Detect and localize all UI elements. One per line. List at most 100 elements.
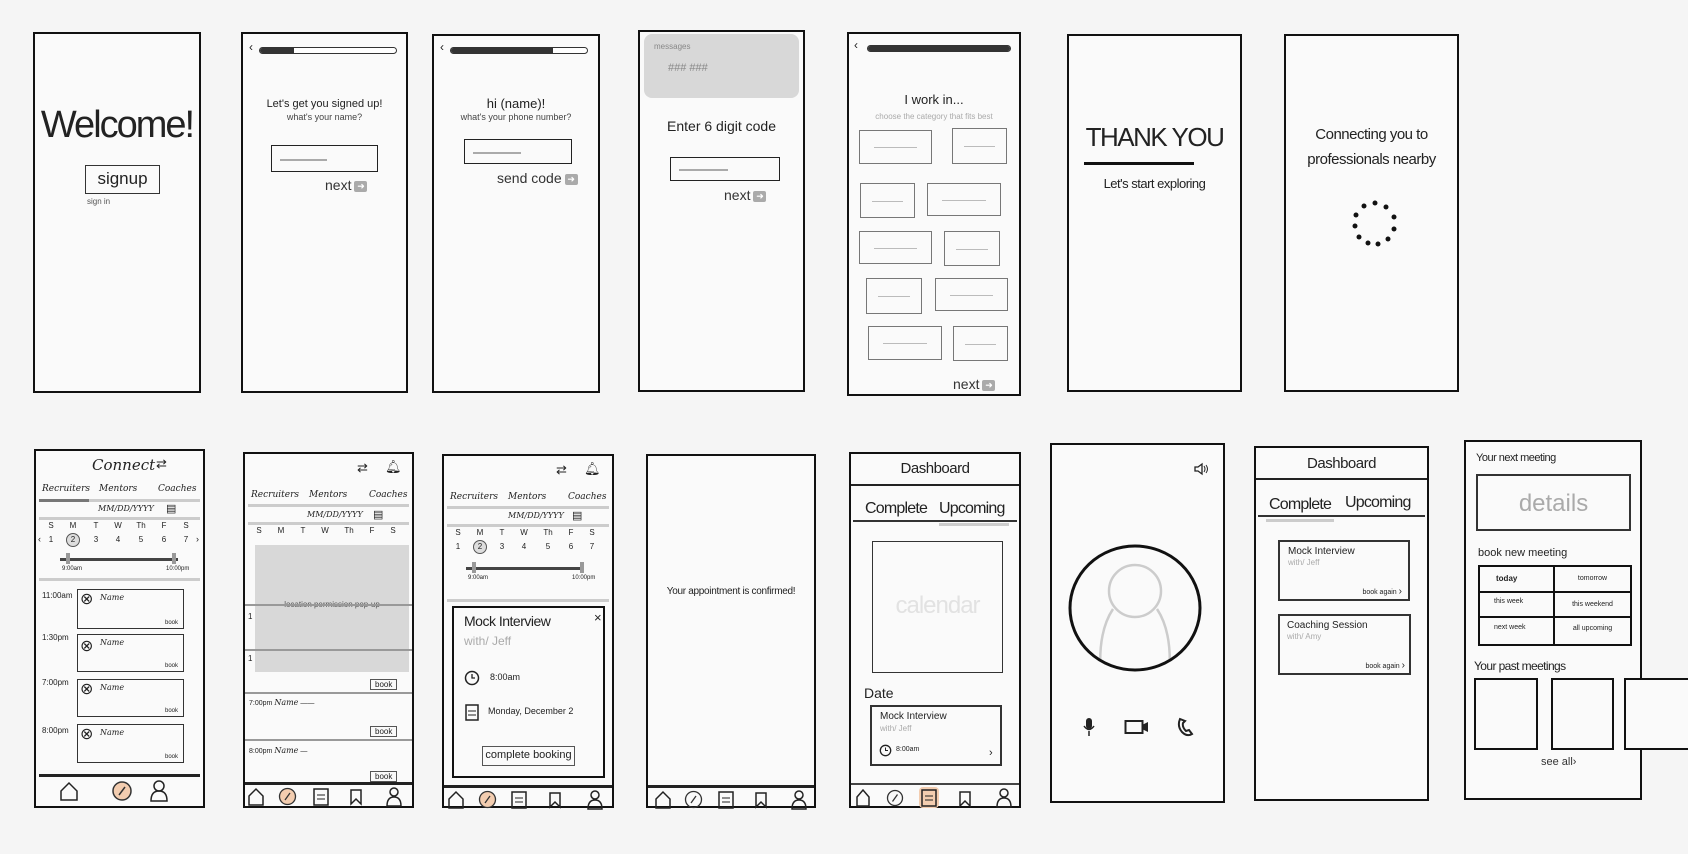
next-button[interactable]: next ➜ <box>325 177 368 193</box>
category-option[interactable] <box>859 130 932 164</box>
date-cell[interactable]: 4 <box>116 535 120 544</box>
back-chevron-icon[interactable]: ‹ <box>249 40 253 54</box>
category-option[interactable] <box>868 326 942 360</box>
date-cell[interactable]: 4 <box>522 542 526 551</box>
location-permission-popup[interactable]: location permission pop-up <box>255 545 409 672</box>
date-input[interactable]: MM/DD/YYYY <box>508 511 564 520</box>
code-input[interactable] <box>670 157 780 181</box>
compass-icon[interactable] <box>111 780 133 802</box>
category-option[interactable] <box>953 326 1008 361</box>
tab-mentors[interactable]: Mentors <box>508 492 546 502</box>
book-button[interactable]: book <box>370 771 398 782</box>
option-this-weekend[interactable]: this weekend <box>1555 593 1630 619</box>
option-tomorrow[interactable]: tomorrow <box>1555 567 1630 593</box>
date-cell[interactable]: 7 <box>184 535 188 544</box>
book-again-link[interactable]: book again › <box>1362 586 1402 597</box>
bookmark-icon[interactable] <box>958 790 972 808</box>
date-cell[interactable]: 7 <box>590 542 594 551</box>
speaker-icon[interactable] <box>1193 462 1209 476</box>
book-link[interactable]: book <box>165 754 178 760</box>
calendar-icon[interactable] <box>510 789 528 809</box>
back-chevron-icon[interactable]: ‹ <box>854 38 858 52</box>
category-option[interactable] <box>860 183 915 218</box>
tab-upcoming[interactable]: Upcoming <box>939 500 1005 518</box>
date-input[interactable]: MM/DD/YYYY <box>98 504 154 513</box>
tab-coaches[interactable]: Coaches <box>158 484 196 494</box>
calendar-icon[interactable]: ▤ <box>373 508 383 521</box>
date-input[interactable]: MM/DD/YYYY <box>307 510 363 519</box>
bookmark-icon[interactable] <box>548 791 562 809</box>
date-cell[interactable]: 3 <box>500 542 504 551</box>
slider-handle-max[interactable] <box>580 562 584 573</box>
slider-handle-max[interactable] <box>172 553 176 564</box>
filter-icon[interactable]: ⇄ <box>357 460 368 476</box>
chevron-right-icon[interactable]: › <box>989 747 993 759</box>
next-button[interactable]: next ➜ <box>953 376 996 392</box>
compass-icon[interactable] <box>886 789 904 807</box>
tab-recruiters[interactable]: Recruiters <box>251 490 299 500</box>
bell-icon[interactable]: 🔔︎ <box>584 461 601 477</box>
calendar-widget[interactable]: calendar <box>872 541 1003 673</box>
profile-icon[interactable] <box>148 779 170 803</box>
tab-mentors[interactable]: Mentors <box>309 490 347 500</box>
category-option[interactable] <box>935 278 1008 311</box>
professional-card[interactable]: ⊗ Name book <box>77 679 184 717</box>
date-cell[interactable]: 6 <box>569 542 573 551</box>
time-range-slider[interactable] <box>466 567 584 570</box>
tab-mentors[interactable]: Mentors <box>99 484 137 494</box>
book-button[interactable]: book <box>370 726 398 737</box>
home-icon[interactable] <box>654 790 672 810</box>
tab-coaches[interactable]: Coaches <box>369 490 407 500</box>
filter-icon[interactable]: ⇄ <box>556 462 567 478</box>
book-link[interactable]: book <box>165 663 178 669</box>
home-icon[interactable] <box>247 787 265 807</box>
professional-card[interactable]: ⊗ Name book <box>77 589 184 629</box>
home-icon[interactable] <box>855 788 871 808</box>
past-meeting-card[interactable] <box>1474 678 1538 750</box>
back-chevron-icon[interactable]: ‹ <box>440 40 444 54</box>
slider-handle-min[interactable] <box>472 562 476 573</box>
tab-recruiters[interactable]: Recruiters <box>450 492 498 502</box>
tab-coaches[interactable]: Coaches <box>568 492 606 502</box>
bookmark-icon[interactable] <box>754 791 768 809</box>
slot-row[interactable]: 7:00pm Name —— <box>249 698 314 707</box>
category-option[interactable] <box>927 183 1001 216</box>
date-cell[interactable]: 5 <box>139 535 143 544</box>
profile-icon[interactable] <box>790 789 808 811</box>
home-icon[interactable] <box>447 790 465 810</box>
book-button[interactable]: book <box>370 679 398 690</box>
tab-recruiters[interactable]: Recruiters <box>42 484 90 494</box>
tab-complete[interactable]: Complete <box>1269 496 1332 514</box>
send-code-button[interactable]: send code ➜ <box>497 170 578 186</box>
meeting-card[interactable]: Mock Interview with/ Jeff 8:00am › <box>870 705 1002 766</box>
date-cell[interactable]: 3 <box>94 535 98 544</box>
calendar-icon[interactable] <box>717 789 735 809</box>
calendar-icon[interactable] <box>919 787 939 808</box>
professional-card[interactable]: ⊗ Name book <box>77 724 184 763</box>
profile-icon[interactable] <box>385 786 403 808</box>
calendar-icon[interactable]: ▤ <box>572 509 582 522</box>
category-option[interactable] <box>866 278 922 314</box>
professional-card[interactable]: ⊗ Name book <box>77 634 184 672</box>
category-option[interactable] <box>944 231 1000 266</box>
category-option[interactable] <box>952 128 1007 164</box>
phone-icon[interactable] <box>1176 717 1194 737</box>
book-link[interactable]: book <box>165 620 178 626</box>
slot-row[interactable]: 8:00pm Name — <box>249 746 307 755</box>
date-cell[interactable]: 1 <box>456 542 460 551</box>
book-link[interactable]: book <box>165 708 178 714</box>
category-option[interactable] <box>859 231 932 264</box>
compass-icon[interactable] <box>478 790 497 809</box>
bookmark-icon[interactable] <box>349 788 363 806</box>
see-all-link[interactable]: see all› <box>1541 756 1576 768</box>
date-cell[interactable]: 1 <box>49 535 53 544</box>
date-cell-selected[interactable]: 2 <box>66 533 80 547</box>
complete-booking-button[interactable]: complete booking <box>482 746 575 766</box>
close-icon[interactable]: × <box>594 610 602 625</box>
name-input[interactable] <box>271 145 378 172</box>
profile-icon[interactable] <box>586 789 604 811</box>
next-meeting-card[interactable]: details <box>1476 474 1631 531</box>
calendar-icon[interactable] <box>312 786 330 806</box>
signup-button[interactable]: signup <box>85 165 160 194</box>
next-button[interactable]: next ➜ <box>724 187 767 203</box>
